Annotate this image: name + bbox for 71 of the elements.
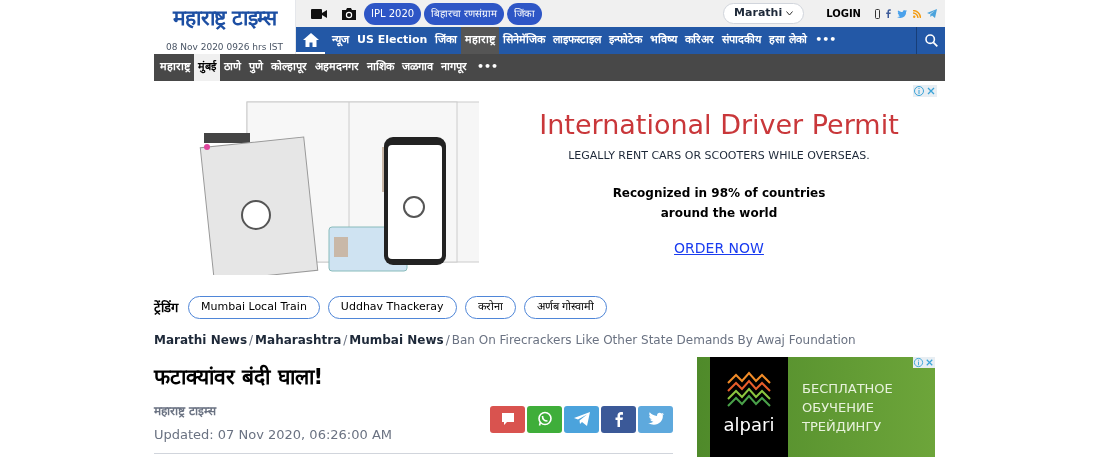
mobile-phone-icon[interactable] xyxy=(875,8,880,19)
telegram-icon[interactable] xyxy=(927,9,937,18)
nav-tab[interactable]: US Election xyxy=(353,27,432,54)
article-title: फटाक्यांवर बंदी घाला! xyxy=(154,363,325,391)
nav-tab[interactable]: हसा लेको xyxy=(765,27,812,54)
chart-waves-icon xyxy=(726,371,772,407)
close-icon[interactable] xyxy=(924,357,935,368)
camera-icon[interactable] xyxy=(341,6,357,21)
twitter-icon xyxy=(646,410,665,428)
whatsapp-icon xyxy=(535,410,554,428)
more-button[interactable]: ••• xyxy=(815,27,837,54)
ad-text: Recognized in 98% of countries xyxy=(612,185,826,203)
ad-text: ОБУЧЕНИЕ xyxy=(802,399,875,417)
nav-tab[interactable]: सिनेमॅजिक xyxy=(499,27,550,54)
nav-tab[interactable]: जिंका xyxy=(431,27,462,54)
topic-pill[interactable]: जिंका xyxy=(507,2,543,25)
ad-text: БЕСПЛАТНОЕ xyxy=(802,380,893,398)
nav-tab[interactable]: भविष्य xyxy=(646,27,682,54)
ad-text: ТРЕЙДИНГУ xyxy=(802,418,883,436)
breadcrumb-link[interactable]: Maharashtra xyxy=(255,331,342,349)
breadcrumb-current: Ban On Firecrackers Like Other State Demands By Awaj Foundation xyxy=(451,332,856,349)
breadcrumb-link[interactable]: Marathi News xyxy=(154,331,248,349)
search-icon xyxy=(924,34,938,47)
info-icon[interactable] xyxy=(913,85,925,97)
breadcrumb-separator: / xyxy=(343,332,348,349)
nav-tab[interactable]: इन्फोटेक xyxy=(605,27,647,54)
article-source: महाराष्ट्र टाइम्स xyxy=(154,403,218,420)
info-icon[interactable] xyxy=(913,357,924,368)
nav-tab[interactable]: न्यूज xyxy=(328,27,353,54)
subnav-tab[interactable]: महाराष्ट्र xyxy=(156,54,194,81)
subnav-tab[interactable]: ठाणे xyxy=(220,54,245,81)
close-icon[interactable] xyxy=(925,85,937,97)
more-button[interactable]: ••• xyxy=(477,54,499,81)
nav-tab[interactable]: लाइफस्टाइल xyxy=(549,27,606,54)
subnav-tab[interactable]: जळगाव xyxy=(398,54,437,81)
updated-time: Updated: 07 Nov 2020, 06:26:00 AM xyxy=(154,426,392,444)
login-link[interactable]: LOGIN xyxy=(826,6,861,21)
site-logo[interactable]: महाराष्ट्र टाइम्स xyxy=(172,4,277,32)
telegram-icon xyxy=(572,410,591,428)
order-now-link[interactable]: ORDER NOW xyxy=(674,238,764,260)
rss-icon[interactable] xyxy=(913,9,921,18)
topic-pill[interactable]: IPL 2020 xyxy=(364,2,422,25)
video-camera-icon[interactable] xyxy=(311,7,327,20)
breadcrumb-separator: / xyxy=(249,332,254,349)
breadcrumb-separator: / xyxy=(445,332,450,349)
ad-headline: International Driver Permit xyxy=(539,107,899,142)
nav-tab[interactable]: संपादकीय xyxy=(718,27,766,54)
date-text: 08 Nov 2020 0926 hrs IST xyxy=(165,41,284,54)
subnav-tab[interactable]: कोल्हापूर xyxy=(267,54,311,81)
chevron-down-icon xyxy=(786,11,794,16)
home-icon xyxy=(302,32,319,47)
twitter-icon[interactable] xyxy=(897,9,907,18)
nav-tab[interactable]: करिअर xyxy=(681,27,719,54)
breadcrumb-link[interactable]: Mumbai News xyxy=(349,331,444,349)
topic-pill[interactable]: बिहारचा रणसंग्राम xyxy=(424,2,505,25)
subnav-tab[interactable]: पुणे xyxy=(245,54,267,81)
ad-subline: LEGALLY RENT CARS OR SCOOTERS WHILE OVERSEAS. xyxy=(568,147,870,164)
subnav-tab[interactable]: नागपूर xyxy=(437,54,471,81)
share-comment-button[interactable] xyxy=(490,405,525,433)
share-whatsapp-button[interactable] xyxy=(527,405,562,433)
language-dropdown[interactable]: Marathi xyxy=(723,3,805,24)
brand-logo-text: alpari xyxy=(723,413,775,437)
ad-text: around the world xyxy=(660,205,778,223)
ad-banner[interactable]: alpari БЕСПЛАТНОЕ ОБУЧЕНИЕ ТРЕЙДИНГУ xyxy=(697,357,935,457)
share-facebook-button[interactable] xyxy=(601,405,636,433)
trending-label: ट्रेंडिंग xyxy=(154,298,178,317)
facebook-icon[interactable] xyxy=(886,9,891,18)
subnav-tab[interactable]: मुंबई xyxy=(194,54,220,81)
subnav-tab[interactable]: अहमदनगर xyxy=(311,54,363,81)
subnav-tab[interactable]: नाशिक xyxy=(363,54,398,81)
nav-tab[interactable]: महाराष्ट्र xyxy=(461,27,500,54)
